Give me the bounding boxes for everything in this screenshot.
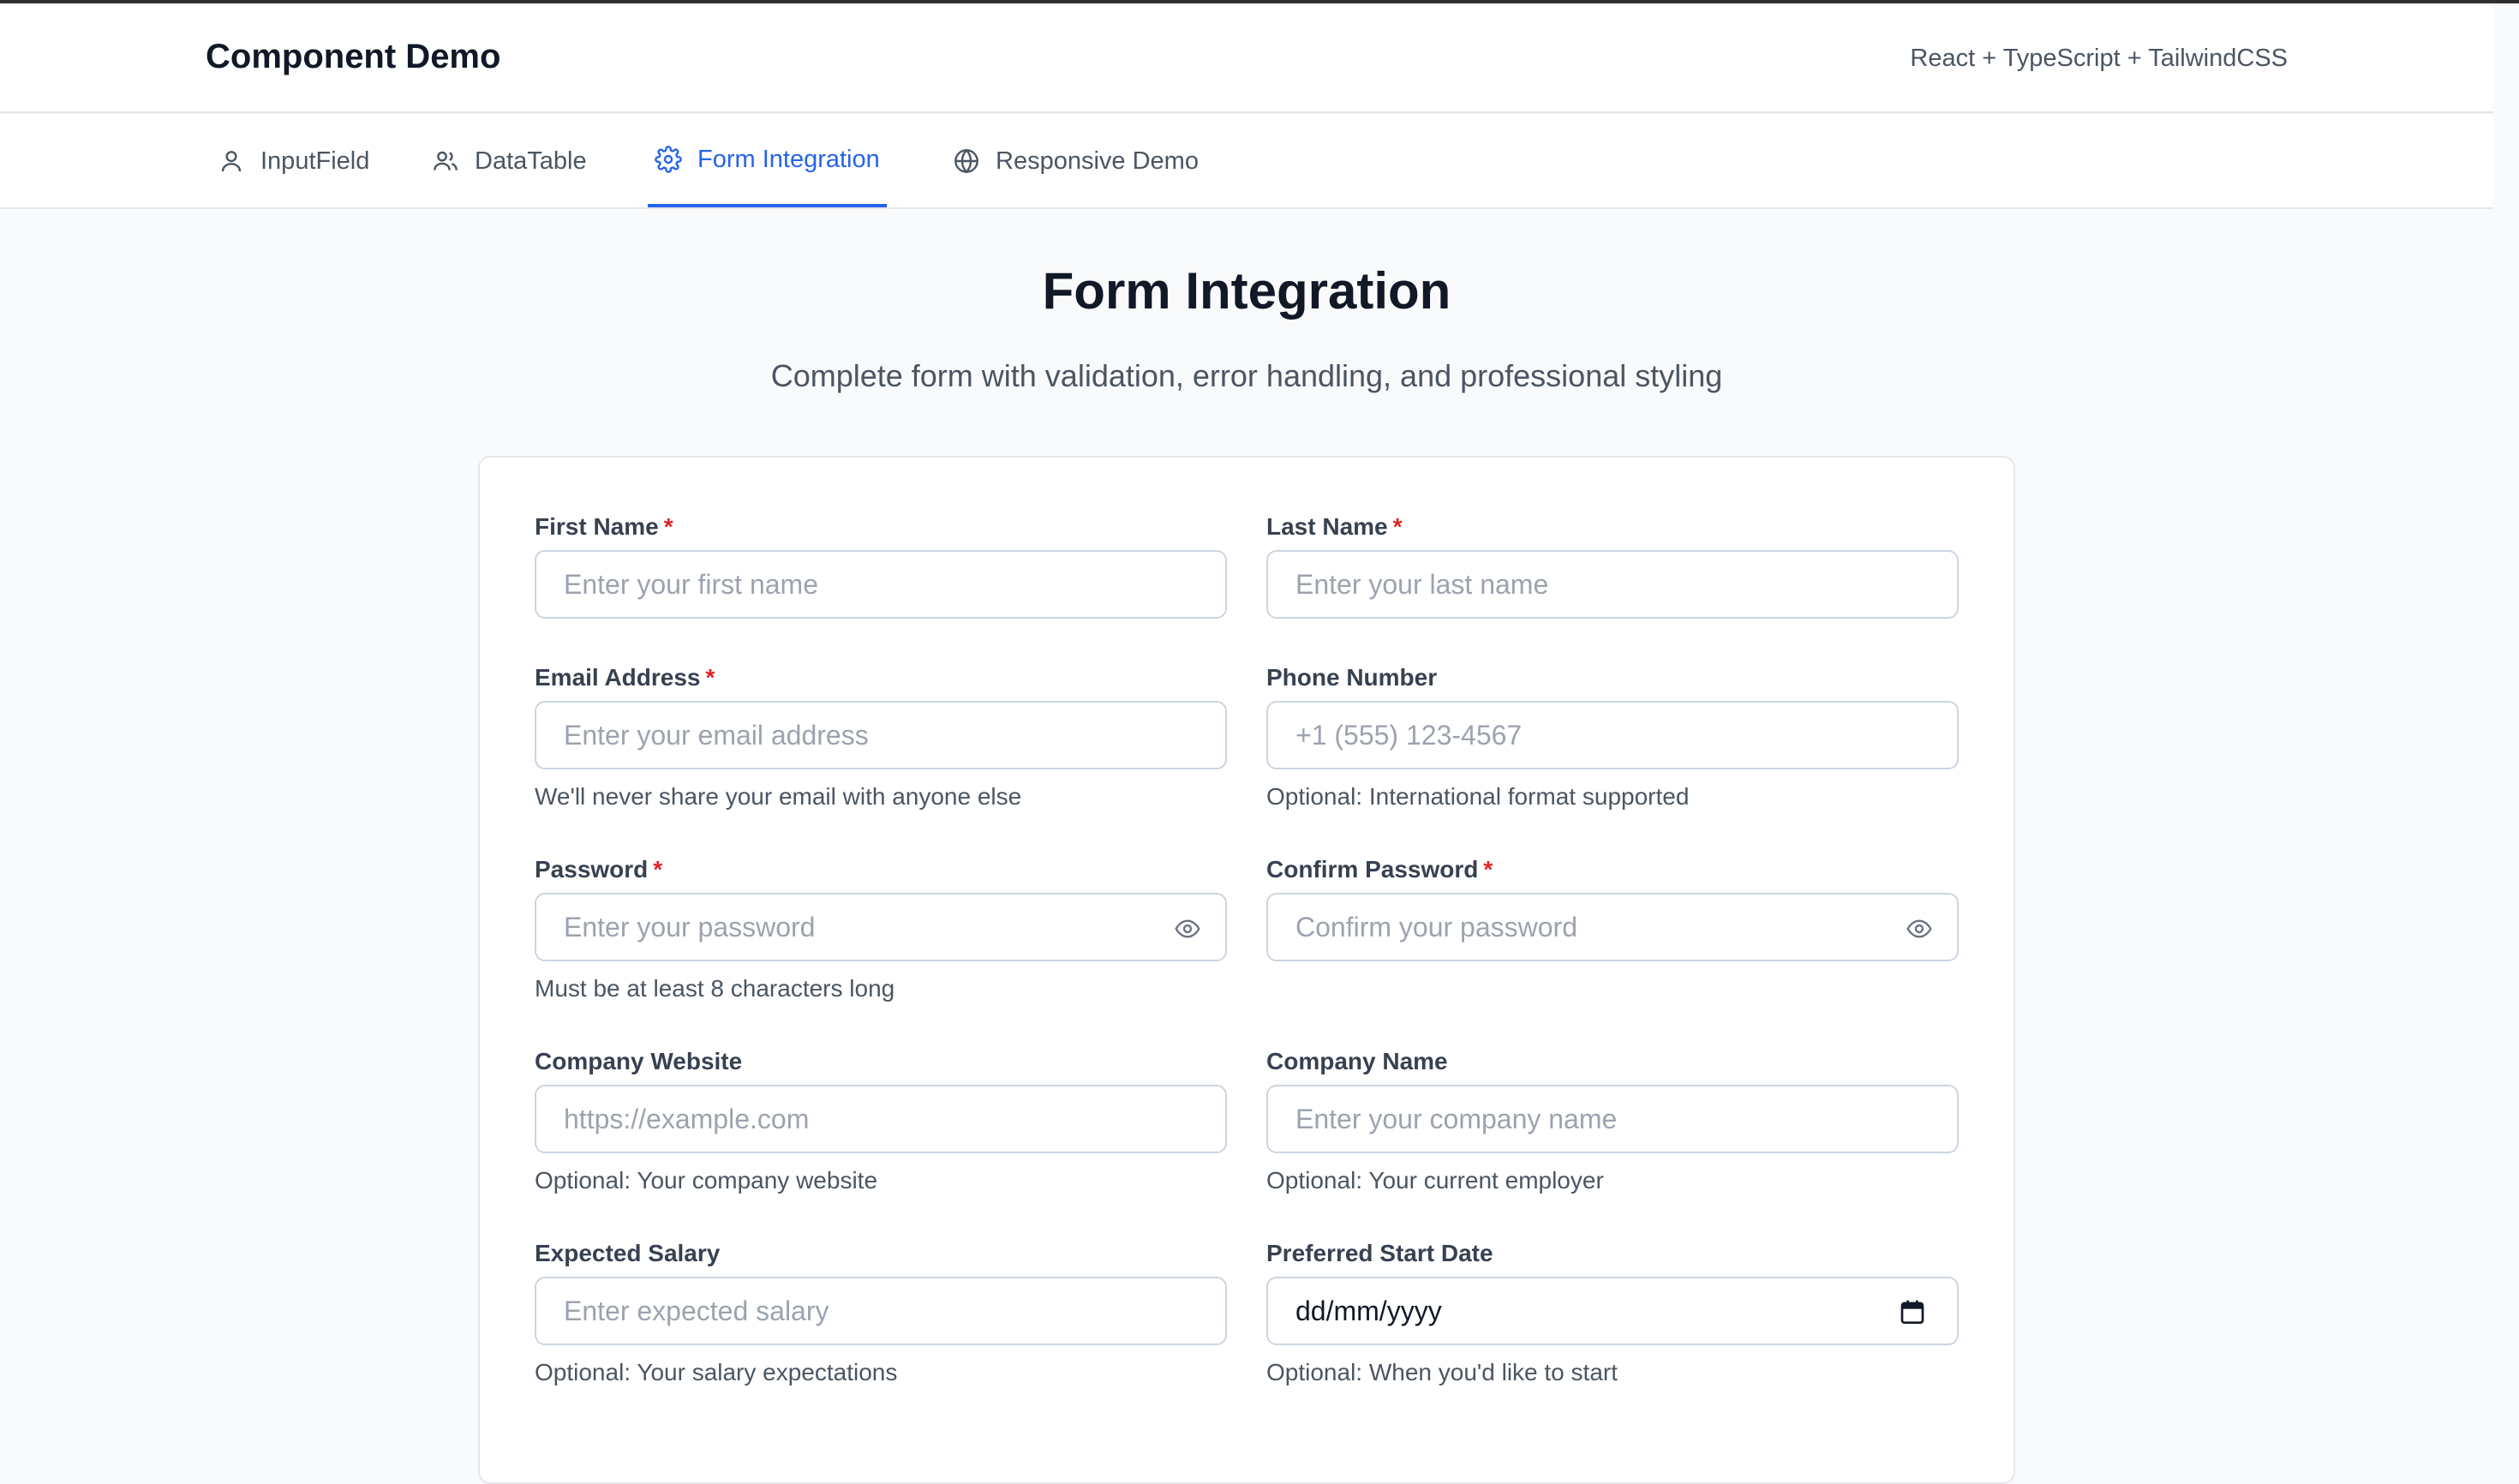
company-input-box[interactable] bbox=[1266, 1085, 1959, 1153]
start-date-value: dd/mm/yyyy bbox=[1295, 1295, 1442, 1326]
required-marker: * bbox=[653, 856, 663, 883]
salary-input[interactable] bbox=[564, 1295, 1198, 1327]
email-helper-text: We'll never share your email with anyone… bbox=[535, 783, 1022, 810]
first-name-label: First Name * bbox=[535, 513, 673, 540]
phone-label: Phone Number bbox=[1266, 664, 1438, 691]
password-helper-text: Must be at least 8 characters long bbox=[535, 975, 895, 1002]
first-name-input-box[interactable] bbox=[535, 550, 1227, 619]
email-input-box[interactable] bbox=[535, 701, 1227, 769]
app-header: Component Demo React + TypeScript + Tail… bbox=[0, 3, 2493, 113]
globe-icon bbox=[954, 148, 978, 174]
required-marker: * bbox=[705, 664, 715, 691]
app-brand: Component Demo bbox=[206, 38, 501, 75]
company-label: Company Name bbox=[1266, 1048, 1448, 1074]
salary-field: Expected Salary Optional: Your salary ex… bbox=[535, 1239, 1227, 1385]
last-name-field: Last Name * bbox=[1266, 512, 1959, 619]
salary-input-box[interactable] bbox=[535, 1277, 1227, 1345]
salary-helper-text: Optional: Your salary expectations bbox=[535, 1359, 898, 1385]
last-name-input-box[interactable] bbox=[1266, 550, 1959, 619]
first-name-input[interactable] bbox=[564, 568, 1198, 601]
tab-responsive-demo[interactable]: Responsive Demo bbox=[946, 115, 1206, 207]
phone-field: Phone Number Optional: International for… bbox=[1266, 663, 1959, 810]
users-icon bbox=[434, 151, 458, 171]
salary-label: Expected Salary bbox=[535, 1240, 721, 1266]
tab-label: DataTable bbox=[475, 147, 587, 175]
password-input-box[interactable] bbox=[535, 893, 1227, 961]
phone-input-box[interactable] bbox=[1266, 701, 1959, 769]
last-name-label: Last Name * bbox=[1266, 513, 1403, 540]
website-input[interactable] bbox=[564, 1103, 1198, 1135]
website-input-box[interactable] bbox=[535, 1085, 1227, 1153]
first-name-field: First Name * bbox=[535, 512, 1227, 619]
eye-icon[interactable] bbox=[1174, 915, 1201, 942]
form-card: First Name* Last Name* Email Address* We… bbox=[478, 456, 2015, 1484]
tab-bar: InputField DataTable Form Integration Re… bbox=[0, 115, 2493, 209]
gear-icon bbox=[655, 146, 682, 173]
tab-label: InputField bbox=[260, 147, 370, 175]
password-input[interactable] bbox=[564, 911, 1198, 943]
start-date-label: Preferred Start Date bbox=[1266, 1240, 1493, 1266]
user-icon bbox=[221, 151, 242, 172]
confirm-password-input-box[interactable] bbox=[1266, 893, 1959, 961]
confirm-password-input[interactable] bbox=[1295, 911, 1930, 943]
calendar-icon[interactable] bbox=[1899, 1297, 1926, 1326]
phone-helper-text: Optional: International format supported bbox=[1266, 783, 1690, 810]
last-name-input[interactable] bbox=[1295, 568, 1930, 601]
tab-form-integration[interactable]: Form Integration bbox=[648, 115, 887, 207]
tab-datatable[interactable]: DataTable bbox=[425, 115, 594, 207]
required-marker: * bbox=[1392, 513, 1403, 540]
required-marker: * bbox=[663, 513, 673, 540]
tech-stack-label: React + TypeScript + TailwindCSS bbox=[1910, 45, 2288, 72]
eye-icon[interactable] bbox=[1906, 915, 1933, 942]
confirm-password-label: Confirm Password * bbox=[1266, 856, 1493, 883]
website-label: Company Website bbox=[535, 1048, 743, 1074]
email-field: Email Address* We'll never share your em… bbox=[535, 663, 1227, 810]
email-label: Email Address * bbox=[535, 664, 715, 691]
tab-label: Form Integration bbox=[697, 145, 880, 173]
page-title: Form Integration bbox=[1042, 262, 1451, 320]
website-helper-text: Optional: Your company website bbox=[535, 1167, 878, 1194]
phone-input[interactable] bbox=[1295, 719, 1930, 751]
start-date-helper-text: Optional: When you'd like to start bbox=[1266, 1359, 1618, 1385]
tab-inputfield[interactable]: InputField bbox=[211, 115, 376, 207]
company-input[interactable] bbox=[1295, 1103, 1930, 1135]
page-subtitle: Complete form with validation, error han… bbox=[770, 358, 1723, 393]
password-field: Password * Must be at least 8 characters … bbox=[535, 855, 1227, 1002]
website-field: Company Website Optional: Your company w… bbox=[535, 1047, 1227, 1194]
email-input[interactable] bbox=[564, 719, 1198, 751]
password-label: Password * bbox=[535, 856, 663, 883]
start-date-field: Preferred Start Date dd/mm/yyyy Optional… bbox=[1266, 1239, 1959, 1385]
start-date-input[interactable]: dd/mm/yyyy bbox=[1266, 1277, 1959, 1345]
company-field: Company Name Optional: Your current empl… bbox=[1266, 1047, 1959, 1194]
company-helper-text: Optional: Your current employer bbox=[1266, 1167, 1604, 1194]
confirm-password-field: Confirm Password * bbox=[1266, 855, 1959, 961]
tab-label: Responsive Demo bbox=[996, 147, 1199, 175]
required-marker: * bbox=[1483, 856, 1493, 883]
